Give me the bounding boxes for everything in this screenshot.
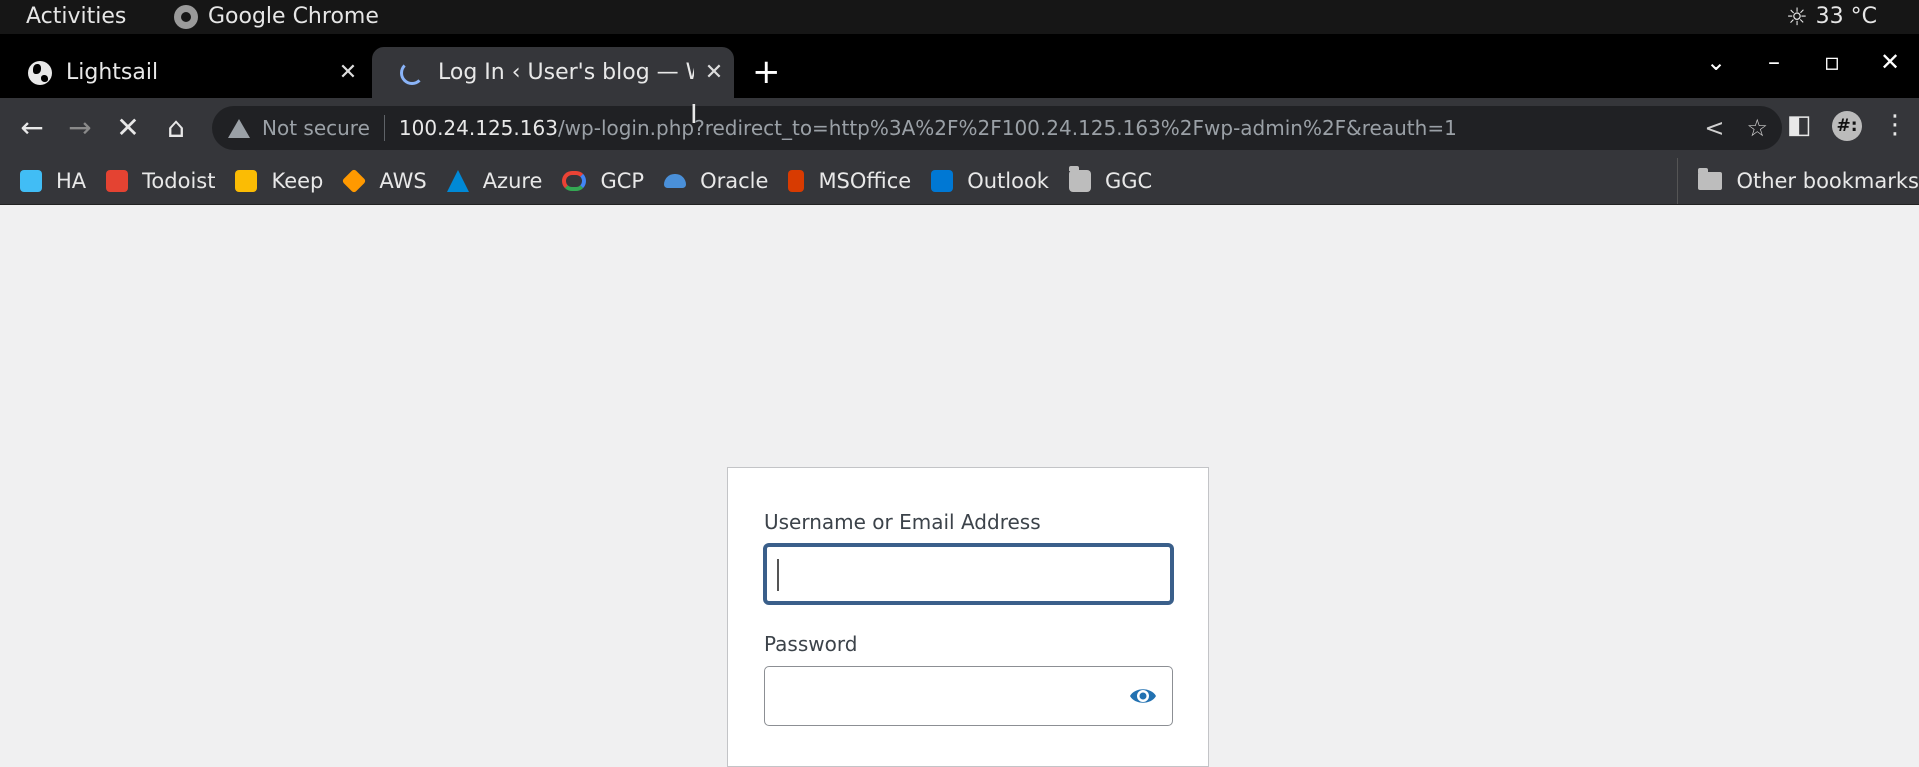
chrome-app-icon — [174, 4, 198, 29]
tab-title: Lightsail — [66, 60, 159, 85]
tab-wp-login[interactable]: Log In ‹ User's blog — Wo ✕ — [372, 47, 734, 98]
bookmark-label: Azure — [482, 169, 543, 193]
app-menu[interactable]: Google Chrome — [174, 4, 379, 29]
todoist-icon — [106, 170, 129, 192]
share-icon[interactable]: < — [1704, 114, 1724, 142]
divider — [383, 115, 385, 141]
forward-arrow-icon[interactable]: → — [62, 110, 98, 146]
bookmark-label: MSOffice — [818, 169, 912, 193]
bookmark-keep[interactable]: Keep — [235, 169, 323, 193]
password-field[interactable] — [764, 666, 1173, 726]
oracle-cloud-icon — [664, 174, 687, 188]
weather-indicator[interactable]: ☼ 33 °C — [1786, 4, 1877, 29]
warning-triangle-icon[interactable] — [228, 118, 250, 138]
close-icon[interactable]: ✕ — [328, 60, 368, 85]
azure-icon — [446, 170, 469, 192]
new-tab-button[interactable]: + — [752, 54, 781, 90]
show-password-eye-icon[interactable] — [1128, 681, 1158, 711]
password-label: Password — [764, 632, 858, 656]
app-name: Google Chrome — [208, 4, 379, 29]
bookmark-todoist[interactable]: Todoist — [106, 169, 215, 193]
address-bar[interactable]: Not secure 100.24.125.163 /wp-login.php?… — [212, 106, 1782, 150]
bookmark-label: Keep — [271, 169, 324, 193]
extension-button[interactable]: #: — [1823, 108, 1871, 141]
url-host[interactable]: 100.24.125.163 — [399, 116, 558, 140]
browser-toolbar: ← → ✕ ⌂ Not secure 100.24.125.163 /wp-lo… — [0, 98, 1919, 158]
bookmark-label: Todoist — [142, 169, 216, 193]
outlook-icon — [931, 170, 954, 192]
folder-icon — [1698, 168, 1723, 190]
loading-spinner-icon — [400, 60, 424, 85]
aws-icon — [341, 168, 367, 194]
minimize-icon[interactable]: – — [1745, 48, 1803, 76]
bookmark-outlook[interactable]: Outlook — [931, 169, 1049, 193]
bookmark-gcp[interactable]: GCP — [562, 169, 644, 193]
bookmark-msoffice[interactable]: MSOffice — [788, 169, 911, 193]
tab-lightsail[interactable]: Lightsail ✕ — [0, 47, 368, 98]
username-label: Username or Email Address — [764, 510, 1041, 534]
text-cursor-icon: I — [690, 100, 698, 130]
back-arrow-icon[interactable]: ← — [14, 110, 50, 146]
bookmark-ggc[interactable]: GGC — [1068, 166, 1153, 193]
close-window-icon[interactable]: ✕ — [1861, 48, 1919, 76]
msoffice-icon — [788, 170, 805, 192]
activities-button[interactable]: Activities — [26, 4, 126, 29]
maximize-icon[interactable]: ▫ — [1803, 48, 1861, 76]
tab-search-chevron-icon[interactable]: ⌄ — [1687, 48, 1745, 76]
other-bookmarks-label: Other bookmarks — [1736, 169, 1919, 193]
menu-kebab-icon[interactable]: ⋮ — [1871, 110, 1919, 140]
bookmark-label: GCP — [600, 169, 645, 193]
bookmark-azure[interactable]: Azure — [446, 169, 543, 193]
bookmark-oracle[interactable]: Oracle — [664, 169, 768, 193]
bookmark-star-icon[interactable]: ☆ — [1746, 114, 1768, 142]
side-panel-icon[interactable]: ◧ — [1775, 110, 1823, 140]
folder-icon — [1068, 166, 1091, 192]
bookmark-ha[interactable]: HA — [20, 169, 86, 193]
globe-icon — [28, 60, 52, 85]
tab-title: Log In ‹ User's blog — Wo — [438, 60, 694, 85]
stop-loading-icon[interactable]: ✕ — [110, 110, 146, 146]
home-assistant-icon — [20, 170, 42, 192]
system-top-bar: Activities Google Chrome ☼ 33 °C — [0, 0, 1919, 34]
tab-strip: Lightsail ✕ Log In ‹ User's blog — Wo ✕ … — [0, 34, 1919, 98]
keep-icon — [235, 170, 258, 192]
bookmark-label: Outlook — [967, 169, 1049, 193]
other-bookmarks[interactable]: Other bookmarks — [1677, 158, 1919, 204]
gcp-cloud-icon — [562, 171, 587, 191]
login-form: Username or Email Address Password — [727, 467, 1209, 767]
bookmark-label: AWS — [379, 169, 427, 193]
bookmarks-bar: HA Todoist Keep AWS Azure GCP Oracle MSO… — [0, 158, 1919, 205]
bookmark-label: HA — [56, 169, 87, 193]
security-status[interactable]: Not secure — [262, 116, 370, 140]
bookmark-aws[interactable]: AWS — [341, 168, 427, 194]
bookmark-label: GGC — [1104, 169, 1153, 193]
username-field[interactable] — [764, 544, 1173, 604]
temperature: 33 °C — [1815, 4, 1877, 29]
sun-icon: ☼ — [1786, 2, 1808, 31]
bookmark-label: Oracle — [700, 169, 769, 193]
text-caret — [777, 559, 779, 591]
close-icon[interactable]: ✕ — [694, 60, 734, 85]
home-icon[interactable]: ⌂ — [158, 110, 194, 146]
extension-icon: #: — [1832, 111, 1862, 141]
